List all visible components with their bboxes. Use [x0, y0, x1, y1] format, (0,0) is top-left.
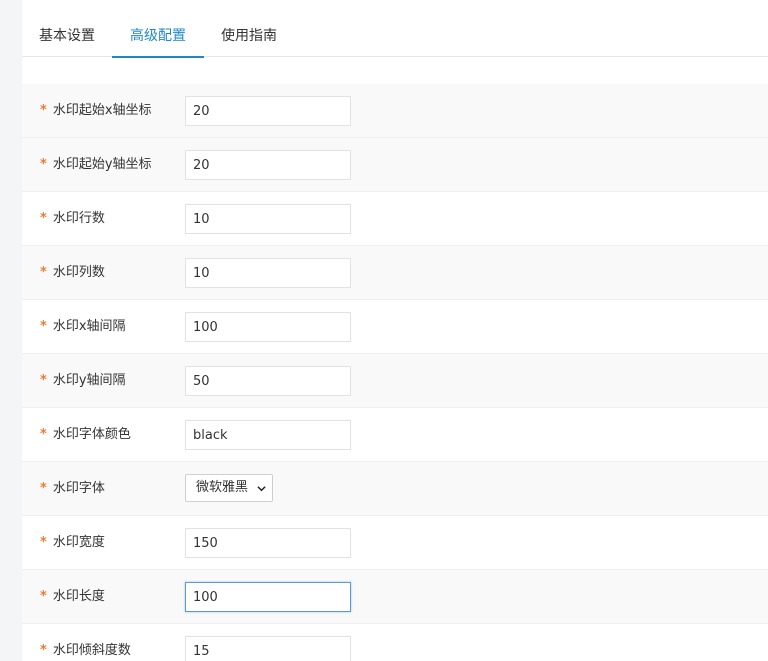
form-row-tilt: * 水印倾斜度数 [22, 624, 768, 661]
field-label: * 水印起始y轴坐标 [40, 157, 152, 172]
required-marker: * [40, 157, 47, 172]
x-interval-input[interactable] [185, 312, 351, 342]
field-label: * 水印字体 [40, 481, 105, 496]
field-label: * 水印字体颜色 [40, 427, 131, 442]
tab-basic-settings[interactable]: 基本设置 [22, 0, 112, 57]
required-marker: * [40, 535, 47, 550]
required-marker: * [40, 589, 47, 604]
field-label: * 水印长度 [40, 589, 105, 604]
form-row-y-interval: * 水印y轴间隔 [22, 354, 768, 408]
field-label: * 水印行数 [40, 211, 105, 226]
start-x-input[interactable] [185, 96, 351, 126]
field-label: * 水印起始x轴坐标 [40, 103, 152, 118]
field-label: * 水印宽度 [40, 535, 105, 550]
form-row-font: * 水印字体 微软雅黑 [22, 462, 768, 516]
tab-user-guide[interactable]: 使用指南 [204, 0, 294, 57]
tilt-degree-input[interactable] [185, 636, 351, 661]
form-row-length: * 水印长度 [22, 570, 768, 624]
required-marker: * [40, 319, 47, 334]
form-row-columns: * 水印列数 [22, 246, 768, 300]
form-row-start-y: * 水印起始y轴坐标 [22, 138, 768, 192]
required-marker: * [40, 103, 47, 118]
field-label: * 水印倾斜度数 [40, 643, 131, 658]
form-row-rows: * 水印行数 [22, 192, 768, 246]
length-input[interactable] [185, 582, 351, 612]
required-marker: * [40, 373, 47, 388]
field-label: * 水印列数 [40, 265, 105, 280]
required-marker: * [40, 265, 47, 280]
form-row-start-x: * 水印起始x轴坐标 [22, 84, 768, 138]
rows-input[interactable] [185, 204, 351, 234]
font-color-input[interactable] [185, 420, 351, 450]
required-marker: * [40, 481, 47, 496]
chevron-down-icon [257, 486, 266, 492]
start-y-input[interactable] [185, 150, 351, 180]
watermark-form: *水印起始x轴坐标 *水印起始y轴坐标 *水印行数 *水印列数 *水印x轴间隔 … [22, 84, 768, 661]
form-row-width: * 水印宽度 [22, 516, 768, 570]
width-input[interactable] [185, 528, 351, 558]
y-interval-input[interactable] [185, 366, 351, 396]
form-row-x-interval: * 水印x轴间隔 [22, 300, 768, 354]
form-row-font-color: * 水印字体颜色 [22, 408, 768, 462]
required-marker: * [40, 643, 47, 658]
columns-input[interactable] [185, 258, 351, 288]
required-marker: * [40, 427, 47, 442]
field-label: * 水印x轴间隔 [40, 319, 126, 334]
font-select[interactable]: 微软雅黑 [185, 474, 273, 502]
field-label: * 水印y轴间隔 [40, 373, 126, 388]
font-select-value: 微软雅黑 [196, 480, 249, 495]
settings-panel: 基本设置 高级配置 使用指南 *水印起始x轴坐标 *水印起始y轴坐标 *水印行数… [22, 0, 768, 661]
tab-advanced-config[interactable]: 高级配置 [112, 0, 204, 58]
required-marker: * [40, 211, 47, 226]
tab-bar: 基本设置 高级配置 使用指南 [22, 0, 768, 58]
